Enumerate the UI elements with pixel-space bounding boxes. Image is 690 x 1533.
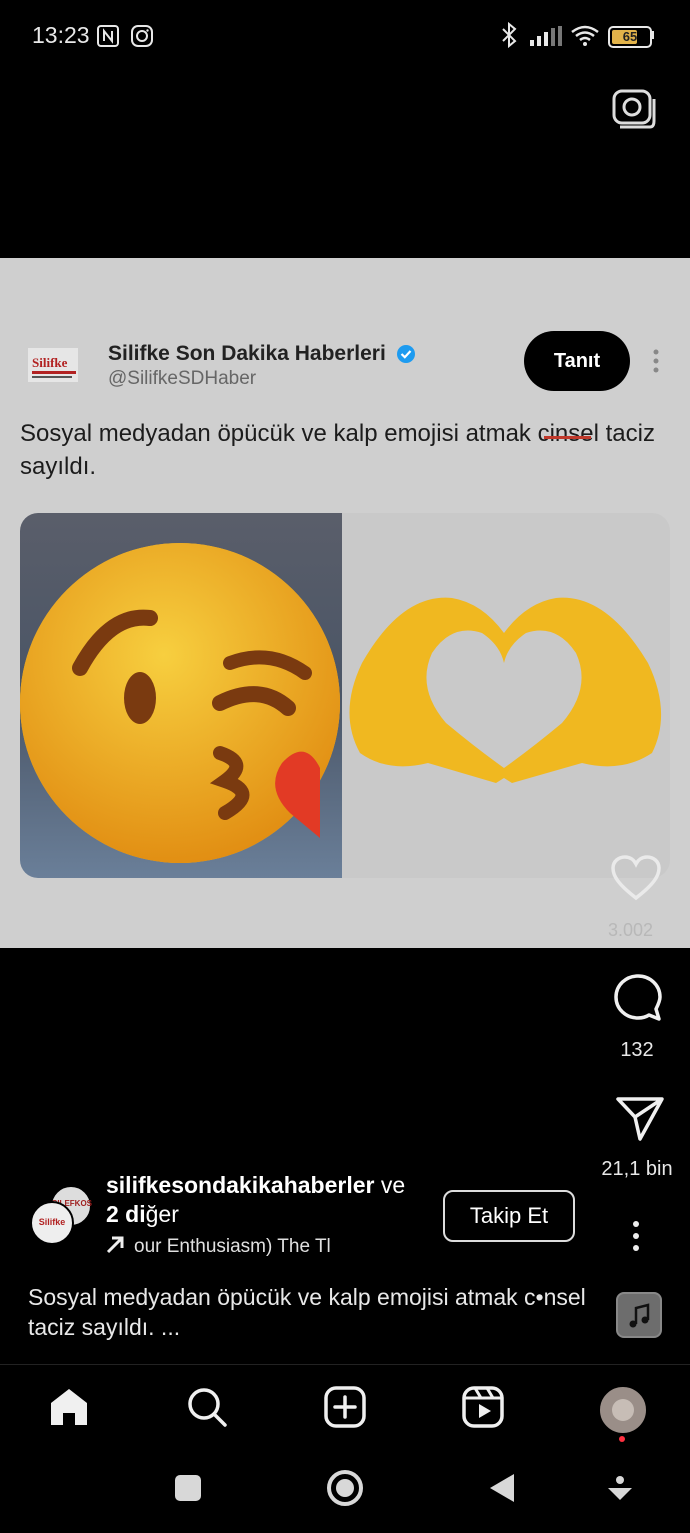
card-like-count: 3.002: [608, 920, 654, 940]
back-icon[interactable]: [482, 1468, 522, 1508]
logo-wordmark: Silifke: [32, 355, 68, 370]
reel-caption[interactable]: Sosyal medyadan öpücük ve kalp emojisi a…: [28, 1282, 588, 1342]
trend-arrow-icon: [106, 1236, 124, 1254]
reel-more-icon[interactable]: [632, 1220, 640, 1252]
tweet-more-icon[interactable]: [650, 348, 662, 376]
signal-icon: [530, 26, 562, 46]
share-icon[interactable]: [614, 1093, 666, 1145]
music-note-icon: [629, 1303, 650, 1328]
follow-button[interactable]: Takip Et: [443, 1190, 575, 1242]
keyboard-hide-icon[interactable]: [600, 1468, 640, 1508]
bluetooth-icon: [502, 22, 517, 48]
tweet-author-handle[interactable]: @SilifkeSDHaber: [108, 368, 256, 390]
kiss-emoji-image[interactable]: [20, 513, 342, 878]
reels-icon[interactable]: [461, 1385, 505, 1429]
heart-hands-emoji-image[interactable]: [342, 513, 670, 878]
status-icons: 65: [498, 20, 658, 50]
tweet-text: Sosyal medyadan öpücük ve kalp emojisi a…: [20, 420, 655, 480]
nav-divider: [0, 1364, 690, 1365]
reel-others[interactable]: 2 diğer: [106, 1201, 179, 1228]
audio-track[interactable]: our Enthusiasm) The Tl: [106, 1236, 331, 1258]
status-time: 13:23: [32, 22, 90, 48]
instagram-icon: [131, 25, 153, 47]
battery-level: 65: [622, 29, 638, 44]
nfc-icon: [97, 25, 119, 47]
comment-icon[interactable]: [612, 972, 664, 1024]
reel-author[interactable]: silifkesondakikahaberler ve: [106, 1172, 405, 1199]
share-count: 21,1 bin: [601, 1158, 673, 1180]
notification-dot: [619, 1436, 625, 1442]
card-heart-icon: [611, 855, 661, 901]
tweet-author-name[interactable]: Silifke Son Dakika Haberleri: [108, 342, 386, 366]
wifi-icon: [571, 25, 599, 46]
battery-icon: 65: [608, 26, 652, 48]
comment-count: 132: [620, 1039, 654, 1061]
home-circle-icon[interactable]: [325, 1468, 365, 1508]
recents-icon[interactable]: [168, 1468, 208, 1508]
tanit-button[interactable]: Tanıt: [524, 331, 630, 391]
camera-icon[interactable]: [610, 85, 656, 131]
struck-word: cinsel: [537, 420, 599, 447]
profile-avatar[interactable]: [598, 1385, 648, 1435]
home-icon[interactable]: [47, 1385, 91, 1429]
search-icon[interactable]: [185, 1385, 229, 1429]
audio-thumbnail[interactable]: [616, 1292, 662, 1338]
create-icon[interactable]: [323, 1385, 367, 1429]
tweet-logo: Silifke: [22, 340, 84, 392]
verified-badge-icon: [397, 345, 415, 363]
author-avatar[interactable]: Silifke: [30, 1201, 74, 1245]
